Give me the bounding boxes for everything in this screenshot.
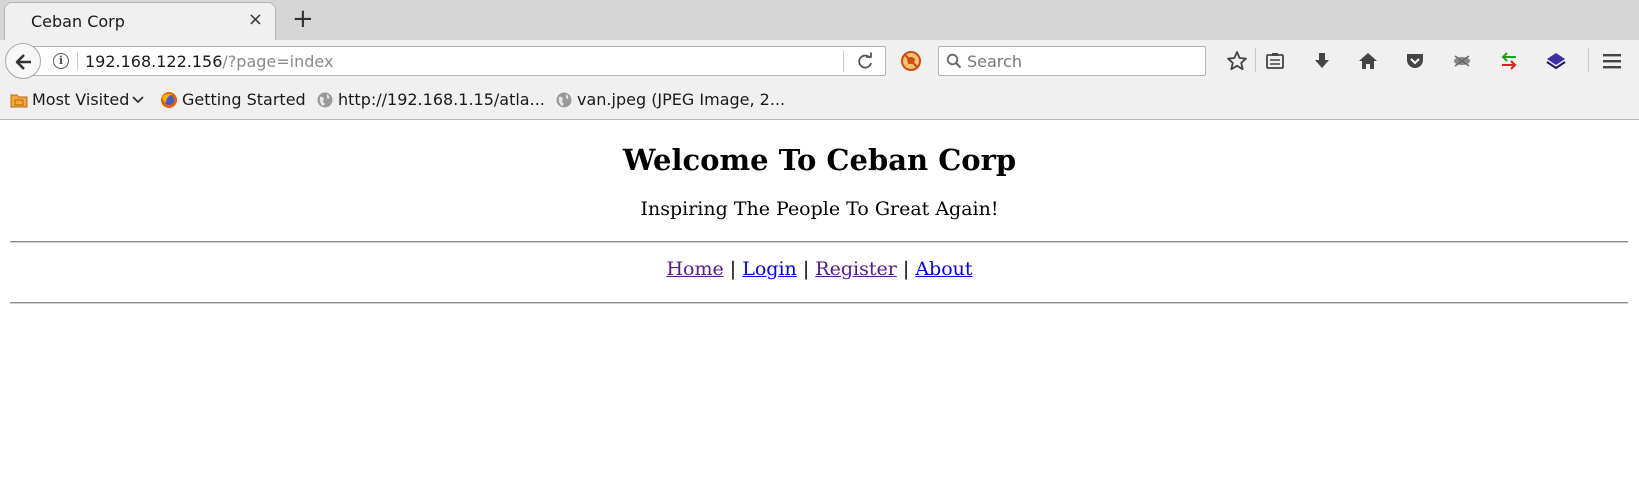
bookmarks-toolbar: Most Visited Getting Started http://192.… bbox=[0, 80, 1639, 120]
tab-close-icon[interactable]: × bbox=[248, 11, 263, 29]
nav-separator: | bbox=[902, 258, 910, 280]
back-arrow-icon bbox=[15, 54, 31, 70]
layers-extension-icon[interactable] bbox=[1545, 50, 1567, 72]
search-icon bbox=[946, 53, 962, 69]
search-bar[interactable] bbox=[938, 46, 1206, 76]
url-divider bbox=[77, 52, 78, 70]
pocket-icon[interactable] bbox=[1404, 50, 1426, 72]
menu-icon[interactable] bbox=[1601, 50, 1623, 72]
url-bar[interactable]: i 192.168.122.156/?page=index bbox=[24, 46, 886, 76]
site-info-icon[interactable]: i bbox=[53, 53, 69, 69]
bookmark-most-visited[interactable]: Most Visited bbox=[10, 90, 150, 112]
firefox-icon bbox=[161, 92, 177, 108]
bookmark-getting-started[interactable]: Getting Started bbox=[160, 90, 310, 112]
back-button[interactable] bbox=[5, 43, 41, 79]
bookmark-label: van.jpeg (JPEG Image, 2... bbox=[577, 90, 786, 109]
folder-icon bbox=[10, 94, 28, 108]
globe-icon bbox=[556, 92, 572, 108]
tab-title: Ceban Corp bbox=[31, 12, 125, 31]
toolbar-divider bbox=[1588, 48, 1589, 72]
bookmark-atlas-url[interactable]: http://192.168.1.15/atla... bbox=[316, 90, 546, 112]
page-heading: Welcome To Ceban Corp bbox=[622, 143, 1017, 177]
nav-separator: | bbox=[802, 258, 810, 280]
bookmark-star-icon[interactable] bbox=[1226, 50, 1248, 72]
horizontal-rule bbox=[10, 302, 1628, 304]
reload-icon[interactable] bbox=[855, 52, 875, 72]
chevron-down-icon bbox=[132, 96, 144, 104]
home-icon[interactable] bbox=[1357, 50, 1379, 72]
globe-icon bbox=[317, 92, 333, 108]
bookmark-label: Most Visited bbox=[32, 90, 130, 109]
navigation-toolbar: i 192.168.122.156/?page=index bbox=[0, 40, 1639, 80]
site-nav: Home | Login | Register | About bbox=[0, 258, 1639, 280]
tab-ceban-corp[interactable]: Ceban Corp × bbox=[4, 2, 276, 40]
url-text[interactable]: 192.168.122.156/?page=index bbox=[85, 52, 333, 71]
page-tagline: Inspiring The People To Great Again! bbox=[640, 198, 999, 220]
tracking-protection-icon[interactable] bbox=[900, 50, 922, 72]
nav-link-about[interactable]: About bbox=[915, 258, 972, 280]
new-tab-button[interactable]: + bbox=[292, 4, 314, 34]
download-icon[interactable] bbox=[1311, 50, 1333, 72]
reading-list-icon[interactable] bbox=[1264, 50, 1286, 72]
url-path: /?page=index bbox=[222, 52, 334, 71]
bookmark-label: Getting Started bbox=[182, 90, 306, 109]
horizontal-rule bbox=[10, 241, 1628, 243]
nav-separator: | bbox=[729, 258, 737, 280]
url-host: 192.168.122.156 bbox=[85, 52, 223, 71]
search-input[interactable] bbox=[967, 50, 1197, 72]
nav-link-home[interactable]: Home bbox=[666, 258, 723, 280]
hacker-extension-icon[interactable] bbox=[1451, 50, 1473, 72]
nav-link-login[interactable]: Login bbox=[742, 258, 797, 280]
reload-divider bbox=[843, 50, 844, 72]
toolbar-divider bbox=[1255, 48, 1256, 72]
page-content: Welcome To Ceban Corp Inspiring The Peop… bbox=[0, 121, 1639, 498]
tab-strip: Ceban Corp × + bbox=[0, 0, 1639, 40]
nav-link-register[interactable]: Register bbox=[815, 258, 897, 280]
switch-proxy-icon[interactable] bbox=[1498, 50, 1520, 72]
bookmark-label: http://192.168.1.15/atla... bbox=[338, 90, 545, 109]
bookmark-van-jpeg[interactable]: van.jpeg (JPEG Image, 2... bbox=[555, 90, 795, 112]
